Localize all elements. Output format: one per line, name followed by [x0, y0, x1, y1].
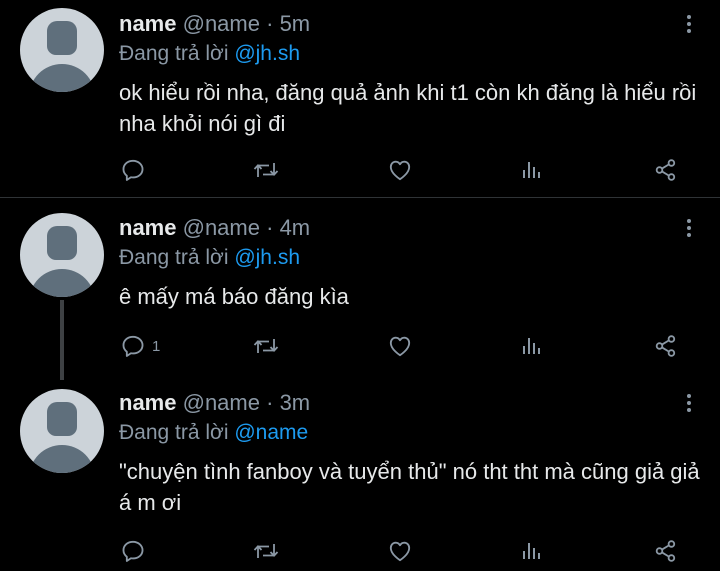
more-vertical-icon[interactable] — [686, 15, 692, 36]
like-button[interactable] — [387, 536, 413, 566]
avatar-head-shape — [47, 21, 77, 55]
tweet-text: "chuyện tình fanboy và tuyển thủ" nó tht… — [119, 459, 700, 515]
replying-to: Đang trả lời @jh.sh — [119, 243, 700, 273]
share-button[interactable] — [653, 155, 679, 185]
display-name[interactable]: name — [119, 11, 176, 36]
user-handle[interactable]: @name — [183, 215, 260, 240]
analytics-bars-icon — [521, 538, 545, 564]
display-name[interactable]: name — [119, 390, 176, 415]
separator-dot: · — [266, 215, 274, 240]
heart-icon — [387, 333, 413, 359]
avatar-body-shape — [29, 269, 95, 297]
like-button[interactable] — [387, 155, 413, 185]
replying-to-mention[interactable]: @name — [234, 421, 308, 444]
reply-button[interactable] — [120, 536, 152, 566]
tweet-header: name @name · 4m — [119, 214, 700, 242]
replying-to-label: Đang trả lời — [119, 42, 229, 65]
analytics-button[interactable] — [521, 331, 545, 361]
avatar[interactable] — [20, 213, 104, 297]
replying-to: Đang trả lời @name — [119, 418, 700, 448]
more-vertical-icon[interactable] — [686, 219, 692, 240]
timestamp[interactable]: 4m — [280, 215, 311, 240]
tweet-text: ok hiểu rồi nha, đăng quả ảnh khi t1 còn… — [119, 80, 697, 136]
tweet-2[interactable]: name @name · 4m Đang trả lời @jh.sh ê mấ… — [0, 198, 720, 380]
reply-bubble-icon — [120, 157, 146, 183]
retweet-icon — [252, 538, 280, 564]
replying-to-mention[interactable]: @jh.sh — [234, 246, 300, 269]
replying-to: Đang trả lời @jh.sh — [119, 39, 700, 69]
avatar-body-shape — [29, 64, 95, 92]
timestamp[interactable]: 5m — [280, 11, 311, 36]
share-icon — [653, 538, 679, 564]
tweet-header: name @name · 5m — [119, 10, 700, 38]
analytics-button[interactable] — [521, 536, 545, 566]
display-name[interactable]: name — [119, 215, 176, 240]
avatar-head-shape — [47, 402, 77, 436]
avatar[interactable] — [20, 8, 104, 92]
tweet-actions: 1 — [0, 331, 720, 361]
reply-bubble-icon — [120, 538, 146, 564]
tweet-text: ê mấy má báo đăng kìa — [119, 284, 349, 309]
tweet-actions — [0, 155, 720, 185]
share-button[interactable] — [653, 331, 679, 361]
timestamp[interactable]: 3m — [280, 390, 311, 415]
share-icon — [653, 157, 679, 183]
like-button[interactable] — [387, 331, 413, 361]
analytics-bars-icon — [521, 333, 545, 359]
separator-dot: · — [266, 390, 274, 415]
retweet-button[interactable] — [252, 536, 280, 566]
share-icon — [653, 333, 679, 359]
user-handle[interactable]: @name — [183, 11, 260, 36]
retweet-icon — [252, 157, 280, 183]
avatar-head-shape — [47, 226, 77, 260]
replying-to-label: Đang trả lời — [119, 246, 229, 269]
retweet-button[interactable] — [252, 155, 280, 185]
heart-icon — [387, 157, 413, 183]
tweet-actions — [0, 536, 720, 566]
more-vertical-icon[interactable] — [686, 394, 692, 415]
share-button[interactable] — [653, 536, 679, 566]
avatar-body-shape — [29, 445, 95, 473]
tweet-1[interactable]: name @name · 5m Đang trả lời @jh.sh ok h… — [0, 0, 720, 198]
tweet-header: name @name · 3m — [119, 389, 700, 417]
replying-to-label: Đang trả lời — [119, 421, 229, 444]
separator-dot: · — [266, 11, 274, 36]
tweet-3[interactable]: name @name · 3m Đang trả lời @name "chuy… — [0, 376, 720, 571]
replying-to-mention[interactable]: @jh.sh — [234, 42, 300, 65]
user-handle[interactable]: @name — [183, 390, 260, 415]
retweet-button[interactable] — [252, 331, 280, 361]
retweet-icon — [252, 333, 280, 359]
avatar[interactable] — [20, 389, 104, 473]
reply-button[interactable]: 1 — [120, 331, 160, 361]
heart-icon — [387, 538, 413, 564]
reply-count: 1 — [152, 337, 161, 355]
analytics-bars-icon — [521, 157, 545, 183]
reply-bubble-icon — [120, 333, 146, 359]
analytics-button[interactable] — [521, 155, 545, 185]
reply-button[interactable] — [120, 155, 152, 185]
